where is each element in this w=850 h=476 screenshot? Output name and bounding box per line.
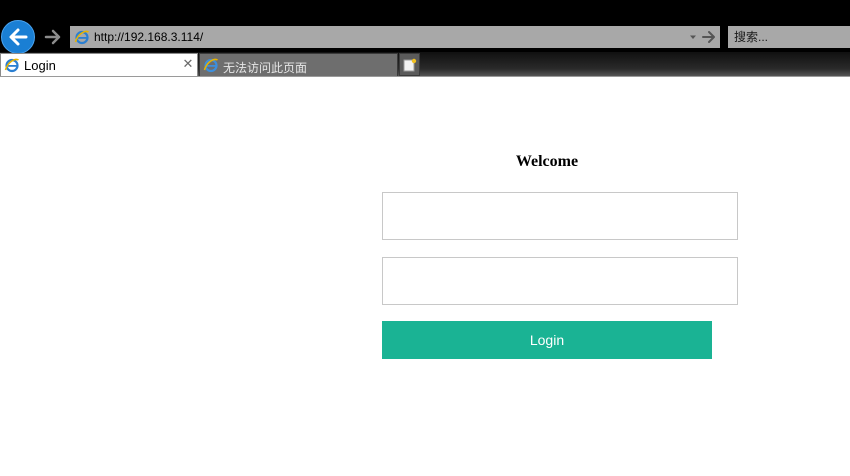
dropdown-caret-icon[interactable] xyxy=(687,31,699,43)
forward-arrow-icon xyxy=(44,29,61,45)
close-tab-icon[interactable]: ✕ xyxy=(182,57,194,71)
new-tab-icon xyxy=(403,58,417,72)
back-arrow-icon xyxy=(9,28,28,46)
username-field[interactable] xyxy=(382,192,738,240)
browser-chrome: http://192.168.3.114/ Login ✕ 无法访问此页面 xyxy=(0,0,850,76)
login-button[interactable]: Login xyxy=(382,321,712,359)
address-bar[interactable]: http://192.168.3.114/ xyxy=(70,26,720,48)
go-arrow-icon[interactable] xyxy=(701,30,717,44)
ie-page-icon xyxy=(203,58,218,73)
search-box[interactable] xyxy=(728,26,850,48)
page-title: Welcome xyxy=(515,153,579,170)
ie-page-icon xyxy=(4,58,19,73)
tab-login[interactable]: Login ✕ xyxy=(0,53,198,76)
ie-page-icon xyxy=(74,30,89,45)
content-divider xyxy=(0,76,850,77)
forward-button[interactable] xyxy=(42,27,64,47)
address-url[interactable]: http://192.168.3.114/ xyxy=(94,30,203,44)
password-field[interactable] xyxy=(382,257,738,305)
tab-label: Login xyxy=(24,58,56,73)
tab-cannot-reach-page[interactable]: 无法访问此页面 xyxy=(199,53,398,76)
new-tab-button[interactable] xyxy=(399,53,420,76)
tab-label: 无法访问此页面 xyxy=(223,61,308,75)
search-input[interactable] xyxy=(728,26,850,48)
back-button[interactable] xyxy=(1,20,35,54)
